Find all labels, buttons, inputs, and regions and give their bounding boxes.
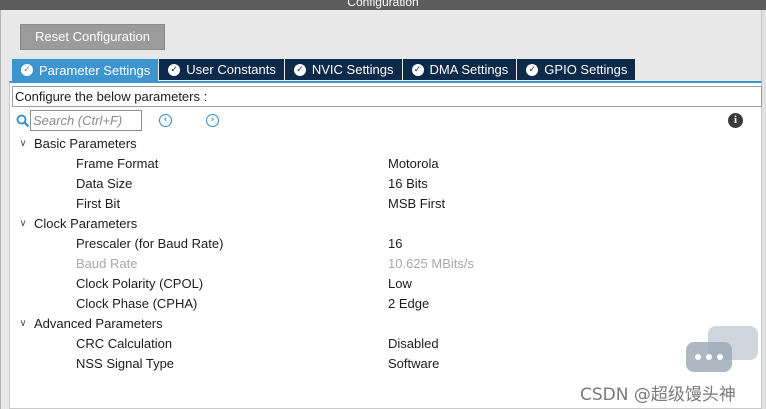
param-value[interactable]: Disabled xyxy=(388,334,439,354)
search-input[interactable] xyxy=(30,110,142,131)
param-value[interactable]: 16 xyxy=(388,234,402,254)
tab-label: User Constants xyxy=(186,62,276,77)
settings-tab-bar: ✓ Parameter Settings ✓ User Constants ✓ … xyxy=(12,59,636,81)
chevron-down-icon[interactable]: ∨ xyxy=(16,134,30,154)
param-value: 10.625 MBits/s xyxy=(388,256,474,271)
check-circle-icon: ✓ xyxy=(293,63,306,76)
check-circle-icon: ✓ xyxy=(411,63,424,76)
param-name: Clock Polarity (CPOL) xyxy=(76,276,204,291)
info-icon[interactable]: i xyxy=(728,113,743,128)
param-name: Frame Format xyxy=(76,156,159,171)
param-value[interactable]: Software xyxy=(388,354,439,374)
param-row[interactable]: First Bit MSB First xyxy=(10,194,760,214)
group-label: Advanced Parameters xyxy=(34,316,163,331)
param-value[interactable]: 16 Bits xyxy=(388,174,428,194)
chevron-down-icon[interactable]: ∨ xyxy=(16,214,30,234)
group-row-advanced-parameters[interactable]: ∨ Advanced Parameters xyxy=(10,314,760,334)
chevron-down-icon[interactable]: ∨ xyxy=(16,314,30,334)
group-label: Basic Parameters xyxy=(34,136,137,151)
param-row[interactable]: Clock Phase (CPHA) 2 Edge xyxy=(10,294,760,314)
param-name: Data Size xyxy=(76,176,133,191)
param-value[interactable]: MSB First xyxy=(388,194,445,214)
parameter-settings-content: Configure the below parameters : ‹ › i ∨… xyxy=(9,81,762,409)
window-title: Configuration xyxy=(347,0,419,9)
param-name: CRC Calculation xyxy=(76,336,173,351)
group-row-basic-parameters[interactable]: ∨ Basic Parameters xyxy=(10,134,760,154)
tab-parameter-settings[interactable]: ✓ Parameter Settings xyxy=(12,59,159,81)
watermark: CSDN @超级馒头神 xyxy=(580,385,736,405)
param-row[interactable]: Frame Format Motorola xyxy=(10,154,760,174)
group-label: Clock Parameters xyxy=(34,216,138,231)
tab-nvic-settings[interactable]: ✓ NVIC Settings xyxy=(284,59,402,80)
param-name: NSS Signal Type xyxy=(76,356,175,371)
param-row[interactable]: Prescaler (for Baud Rate) 16 xyxy=(10,234,760,254)
param-row[interactable]: Data Size 16 Bits xyxy=(10,174,760,194)
param-row[interactable]: Clock Polarity (CPOL) Low xyxy=(10,274,760,294)
param-value[interactable]: Low xyxy=(388,274,412,294)
check-circle-icon: ✓ xyxy=(526,63,539,76)
param-value[interactable]: 2 Edge xyxy=(388,294,429,314)
previous-result-icon[interactable]: ‹ xyxy=(159,114,172,127)
param-name: Prescaler (for Baud Rate) xyxy=(76,236,224,251)
check-circle-icon: ✓ xyxy=(21,64,33,76)
tab-dma-settings[interactable]: ✓ DMA Settings xyxy=(402,59,517,80)
param-name: First Bit xyxy=(76,196,121,211)
tab-user-constants[interactable]: ✓ User Constants xyxy=(159,59,284,80)
tab-label: DMA Settings xyxy=(429,62,509,77)
tab-label: NVIC Settings xyxy=(311,62,394,77)
param-row[interactable]: NSS Signal Type Software xyxy=(10,354,760,374)
chat-bubble-icon xyxy=(686,326,758,372)
param-name: Baud Rate xyxy=(76,256,138,271)
window-title-bar: Configuration xyxy=(0,0,766,10)
tab-label: GPIO Settings xyxy=(544,62,628,77)
tab-label: Parameter Settings xyxy=(39,62,151,78)
reset-configuration-button[interactable]: Reset Configuration xyxy=(20,24,165,50)
next-result-icon[interactable]: › xyxy=(206,114,219,127)
param-value[interactable]: Motorola xyxy=(388,154,439,174)
param-name: Clock Phase (CPHA) xyxy=(76,296,198,311)
group-row-clock-parameters[interactable]: ∨ Clock Parameters xyxy=(10,214,760,234)
search-icon[interactable] xyxy=(16,114,30,128)
configure-instructions: Configure the below parameters : xyxy=(12,86,762,107)
parameter-tree: ∨ Basic Parameters Frame Format Motorola… xyxy=(10,134,760,374)
tab-gpio-settings[interactable]: ✓ GPIO Settings xyxy=(517,59,636,80)
check-circle-icon: ✓ xyxy=(168,63,181,76)
param-row-readonly: Baud Rate 10.625 MBits/s xyxy=(10,254,760,274)
param-row[interactable]: CRC Calculation Disabled xyxy=(10,334,760,354)
